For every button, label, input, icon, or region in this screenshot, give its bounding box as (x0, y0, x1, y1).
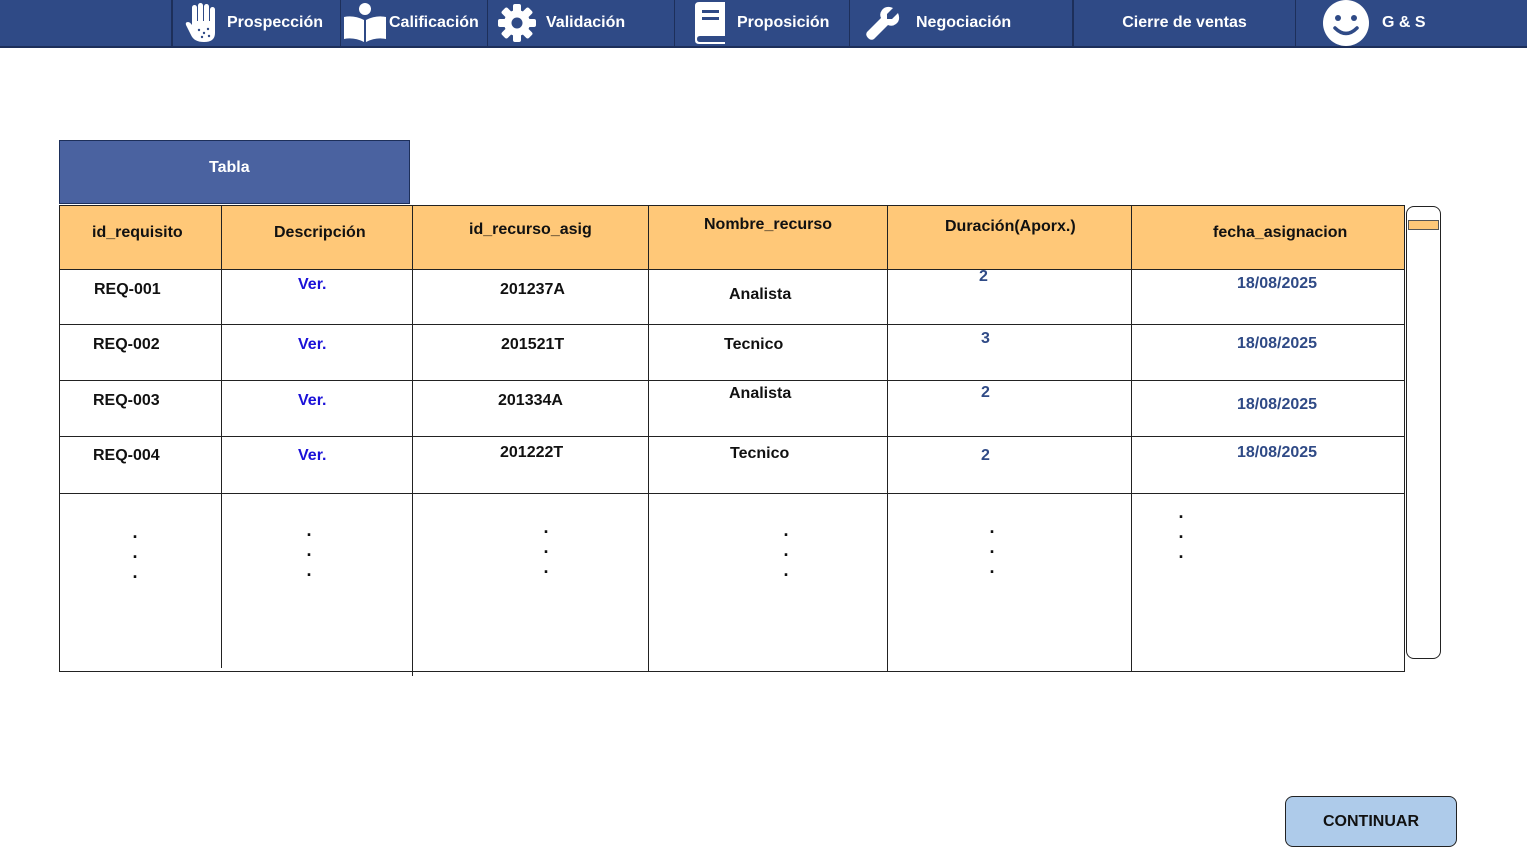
cell-fecha: 18/08/2025 (1237, 335, 1318, 352)
data-table: id_requisito Descripción id_recurso_asig… (59, 205, 1405, 676)
tab-label: Tabla (209, 159, 250, 176)
ver-link[interactable]: Ver. (298, 336, 326, 354)
ver-link[interactable]: Ver. (298, 392, 326, 410)
book-icon (681, 2, 737, 44)
cell-id-requisito: REQ-001 (94, 281, 161, 298)
ellipsis-dot: . (1178, 502, 1184, 522)
cell-id-recurso: 201334A (498, 392, 563, 409)
col-divider (1131, 206, 1132, 671)
smiley-icon (1322, 0, 1370, 47)
hand-icon (179, 3, 227, 43)
ellipsis-dot: . (543, 557, 549, 577)
ver-link[interactable]: Ver. (298, 276, 326, 294)
reader-icon (341, 3, 389, 43)
ellipsis-dot: . (132, 542, 138, 562)
nav-label: Negociación (916, 14, 1012, 31)
cell-fecha: 18/08/2025 (1237, 275, 1318, 292)
top-nav: Prospección Calificación Validación Prop… (0, 0, 1527, 48)
ellipsis-dot: . (1178, 522, 1184, 542)
col-divider (648, 206, 649, 671)
nav-item-proposicion[interactable]: Proposición (675, 0, 850, 46)
cell-duracion: 3 (981, 330, 990, 347)
ellipsis-dot: . (783, 520, 789, 540)
brand-name: G & S (1382, 14, 1426, 31)
cell-id-requisito: REQ-004 (93, 447, 160, 464)
row-divider (60, 493, 1404, 494)
row-divider (60, 380, 1404, 381)
ellipsis-dot: . (1178, 542, 1184, 562)
cell-duracion: 2 (979, 268, 988, 285)
ellipsis-dot: . (543, 517, 549, 537)
cell-id-requisito: REQ-003 (93, 392, 160, 409)
cell-nombre-recurso: Tecnico (730, 445, 790, 462)
cell-id-requisito: REQ-002 (93, 336, 160, 353)
nav-label: Proposición (737, 14, 830, 31)
header-id-recurso-asig: id_recurso_asig (469, 221, 592, 238)
brand: G & S (1296, 0, 1527, 46)
header-descripcion: Descripción (274, 224, 366, 241)
cell-duracion: 2 (981, 384, 990, 401)
header-fecha-asignacion: fecha_asignacion (1213, 224, 1348, 241)
ellipsis-dot: . (306, 560, 312, 580)
nav-spacer (0, 0, 172, 46)
row-divider (60, 324, 1404, 325)
cell-fecha: 18/08/2025 (1237, 444, 1318, 461)
header-id-requisito: id_requisito (92, 224, 183, 241)
col-divider (887, 206, 888, 672)
cell-duracion: 2 (981, 447, 990, 464)
row-divider (60, 269, 1404, 270)
nav-label: Cierre de ventas (1122, 14, 1247, 31)
ellipsis-dot: . (783, 560, 789, 580)
cell-nombre-recurso: Analista (729, 385, 792, 402)
ellipsis-dot: . (132, 562, 138, 582)
nav-item-validacion[interactable]: Validación (488, 0, 675, 46)
wrench-icon (850, 5, 916, 41)
vertical-scrollbar[interactable] (1406, 206, 1441, 659)
ellipsis-dot: . (306, 540, 312, 560)
ver-link[interactable]: Ver. (298, 447, 326, 465)
cell-id-recurso: 201222T (500, 444, 564, 461)
ellipsis-dot: . (989, 537, 995, 557)
nav-label: Validación (546, 14, 626, 31)
nav-label: Prospección (227, 14, 324, 31)
ellipsis-dot: . (132, 522, 138, 542)
ellipsis-dot: . (306, 520, 312, 540)
nav-label: Calificación (389, 14, 479, 31)
continue-button[interactable]: CONTINUAR (1285, 796, 1457, 847)
ellipsis-dot: . (989, 517, 995, 537)
nav-item-negociacion[interactable]: Negociación (850, 0, 1073, 46)
col-divider (221, 206, 222, 668)
cell-nombre-recurso: Tecnico (724, 336, 784, 353)
scrollbar-thumb[interactable] (1408, 220, 1439, 230)
header-nombre-recurso: Nombre_recurso (704, 216, 833, 233)
gear-icon (488, 3, 546, 43)
row-divider (60, 436, 1404, 437)
nav-item-prospeccion[interactable]: Prospección (172, 0, 341, 46)
cell-id-recurso: 201521T (501, 336, 565, 353)
nav-item-calificacion[interactable]: Calificación (341, 0, 488, 46)
ellipsis-dot: . (543, 537, 549, 557)
header-duracion: Duración(Aporx.) (945, 218, 1076, 235)
col-divider (412, 206, 413, 676)
cell-id-recurso: 201237A (500, 281, 565, 298)
cell-fecha: 18/08/2025 (1237, 396, 1318, 413)
tab-tabla[interactable]: Tabla (59, 140, 410, 204)
nav-item-cierre-de-ventas[interactable]: Cierre de ventas (1073, 0, 1296, 46)
ellipsis-dot: . (989, 557, 995, 577)
ellipsis-dot: . (783, 540, 789, 560)
cell-nombre-recurso: Analista (729, 286, 792, 303)
